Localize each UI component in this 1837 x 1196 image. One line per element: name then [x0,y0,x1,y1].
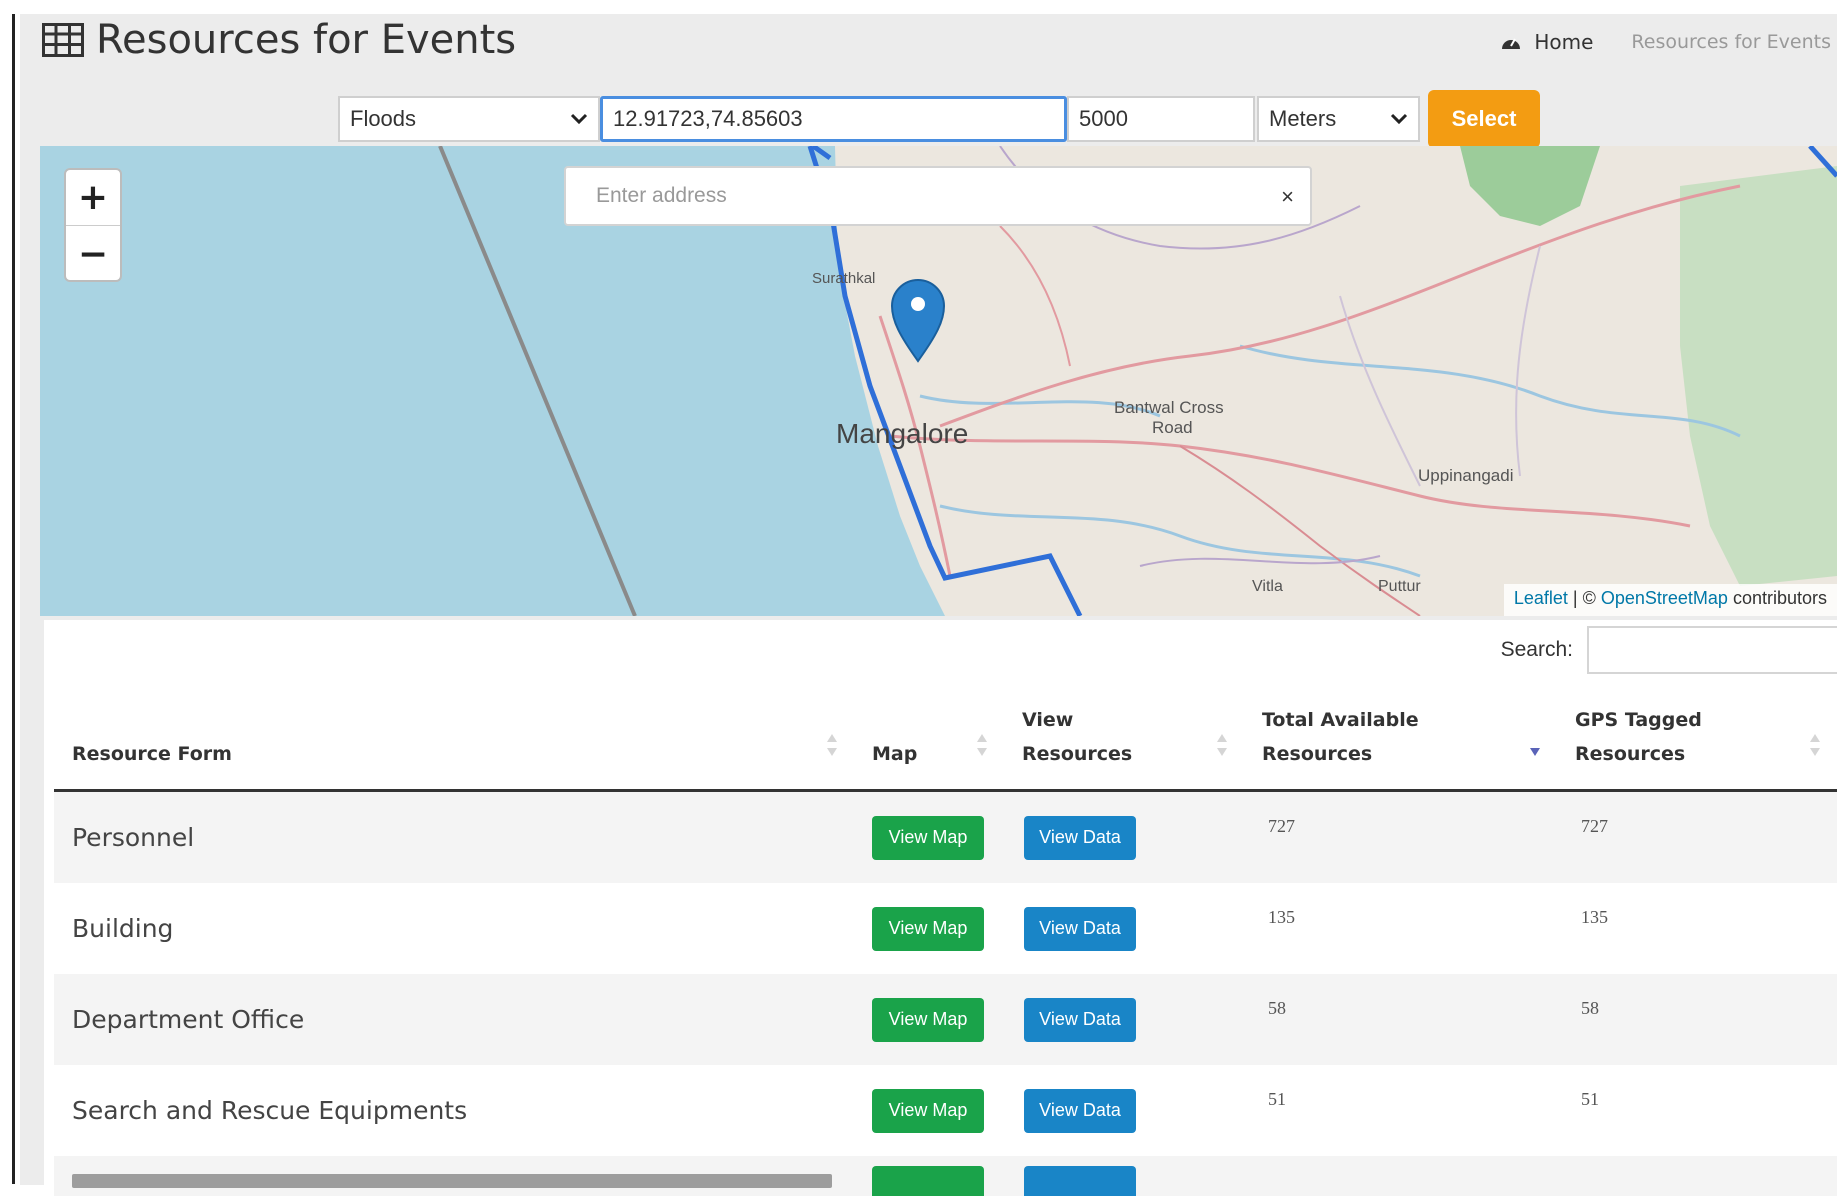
unit-select[interactable]: Meters [1257,96,1420,142]
total-available-cell: 58 [1268,998,1286,1018]
breadcrumb-home-link[interactable]: Home [1534,30,1593,54]
table-search-label: Search: [1500,638,1573,661]
view-map-button[interactable]: View Map [872,906,984,951]
table-header: Resource Form Map View Resources Total Av… [54,692,1837,792]
zoom-out-button[interactable]: − [66,226,120,282]
view-cell: View Data [1004,1088,1244,1133]
resources-table-panel: Search: Resource Form Map ViewResources [44,620,1837,1196]
resource-form-cell: Department Office [72,1005,305,1034]
resource-form-cell: Personnel [72,823,195,852]
table-row: Search and Rescue Equipments View Map Vi… [54,1065,1837,1156]
map-attribution: Leaflet | © OpenStreetMap contributors [1503,584,1837,616]
coordinates-value: 12.91723,74.85603 [613,106,803,131]
sort-icon [1217,734,1227,756]
attribution-tail: contributors [1727,588,1827,608]
resource-form-cell-cut [54,1156,854,1188]
sort-desc-icon [1530,748,1540,756]
table-search-input[interactable] [1587,626,1837,674]
total-available-cell: 135 [1268,907,1295,927]
view-data-button[interactable]: View Data [1024,997,1136,1042]
table-search: Search: [1501,626,1837,674]
view-cell: View Data [1004,815,1244,860]
coordinates-input[interactable]: 12.91723,74.85603 [600,96,1067,142]
view-data-button[interactable] [1024,1166,1136,1196]
view-data-button[interactable]: View Data [1024,815,1136,860]
resource-form-cell: Search and Rescue Equipments [72,1096,468,1125]
view-map-button[interactable]: View Map [872,997,984,1042]
total-available-cell: 727 [1268,816,1295,836]
table-row: Personnel View Map View Data 727 727 [54,792,1837,883]
page-title: Resources for Events [42,16,516,64]
column-label: View Resources [1022,709,1133,765]
leaflet-link[interactable]: Leaflet [1514,588,1568,608]
view-data-button[interactable]: View Data [1024,1088,1136,1133]
map-label-road: Road [1152,418,1193,437]
table-row: Building View Map View Data 135 135 [54,883,1837,974]
view-cell [1004,1156,1244,1196]
view-data-button[interactable]: View Data [1024,906,1136,951]
zoom-in-button[interactable]: + [66,170,120,226]
table-row: Department Office View Map View Data 58 … [54,974,1837,1065]
breadcrumb: Home Resources for Events [1500,30,1831,54]
map-label-puttur: Puttur [1378,578,1421,595]
column-header-view-resources[interactable]: View Resources [1004,692,1244,789]
table-icon [42,23,84,57]
map-view[interactable]: Mangalore Surathkal Bantwal Cross Road U… [40,146,1837,616]
dashboard-icon [1502,38,1521,49]
attribution-separator: | © [1567,588,1601,608]
map-label-city: Mangalore [836,418,969,449]
column-header-map[interactable]: Map [854,692,1004,789]
select-button[interactable]: Select [1428,90,1540,148]
map-cell: View Map [854,997,1004,1042]
gps-tagged-cell: 51 [1581,1089,1599,1109]
map-label-bantwal: Bantwal Cross [1114,398,1224,417]
view-map-button[interactable] [872,1166,984,1196]
event-type-select[interactable]: Floods [338,96,600,142]
map-cell: View Map [854,815,1004,860]
column-header-total-available[interactable]: Total Available Resources [1244,692,1557,789]
resource-form-cell: Building [72,914,174,943]
radius-input[interactable]: 5000 [1067,96,1255,142]
sort-icon [827,734,837,756]
column-label: Resource Form [72,743,232,765]
column-header-gps-tagged[interactable]: GPS Tagged Resources [1557,692,1837,789]
event-type-value: Floods [350,106,417,131]
osm-link[interactable]: OpenStreetMap [1601,588,1728,608]
unit-value: Meters [1269,106,1337,131]
page: Resources for Events Home Resources for … [0,0,1837,1196]
zoom-control: + − [64,168,122,282]
page-title-text: Resources for Events [96,17,517,63]
resources-table: Resource Form Map View Resources Total Av… [54,692,1837,1196]
gps-tagged-cell: 58 [1581,998,1599,1018]
view-cell: View Data [1004,906,1244,951]
column-label: GPS Tagged Resources [1575,709,1702,765]
column-header-resource-form[interactable]: Resource Form [54,692,854,789]
view-cell: View Data [1004,997,1244,1042]
map-label-surathkal: Surathkal [812,270,876,287]
view-map-button[interactable]: View Map [872,1088,984,1133]
chevron-down-icon [1390,113,1408,125]
left-border [12,14,15,1184]
map-cell: View Map [854,1088,1004,1133]
gps-tagged-cell: 727 [1581,816,1608,836]
column-label: Total Available Resources [1262,709,1419,765]
map-label-uppinangadi: Uppinangadi [1418,466,1514,485]
gps-tagged-cell: 135 [1581,907,1608,927]
sort-icon [977,734,987,756]
total-available-cell: 51 [1268,1089,1286,1109]
filter-bar: Floods 12.91723,74.85603 5000 Meters Sel… [338,90,1540,148]
address-search-placeholder: Enter address [596,184,727,207]
sort-icon [1810,734,1820,756]
map-label-vitla: Vitla [1252,578,1283,595]
clear-icon[interactable]: × [1281,184,1294,210]
breadcrumb-current: Resources for Events [1631,31,1831,53]
address-search-input[interactable]: Enter address × [564,166,1312,226]
column-label: Map [872,743,918,765]
chevron-down-icon [570,113,588,125]
map-cell: View Map [854,906,1004,951]
view-map-button[interactable]: View Map [872,815,984,860]
table-row-partial [54,1156,1837,1196]
radius-value: 5000 [1079,106,1128,131]
map-cell [854,1156,1004,1196]
